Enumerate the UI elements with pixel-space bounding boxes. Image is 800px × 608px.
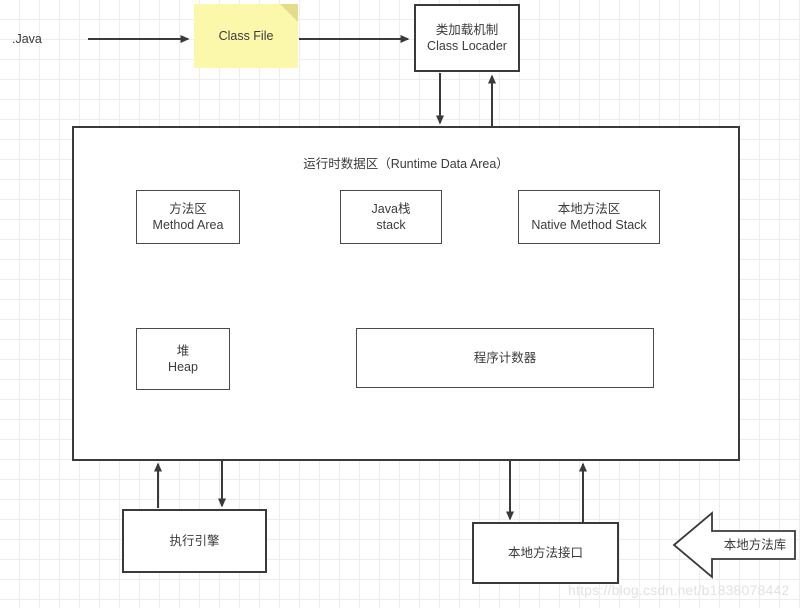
heap-label-cn: 堆 xyxy=(176,343,190,358)
method-area-label-en: Method Area xyxy=(152,218,224,232)
java-source-label: .Java xyxy=(12,30,82,48)
native-method-stack-label-cn: 本地方法区 xyxy=(557,201,621,216)
class-file-note[interactable]: Class File xyxy=(194,4,298,68)
native-method-stack-label-en: Native Method Stack xyxy=(531,218,647,232)
java-stack-box[interactable]: Java栈 stack xyxy=(340,190,442,244)
native-interface-box[interactable]: 本地方法接口 xyxy=(472,522,619,584)
native-method-stack-box[interactable]: 本地方法区 Native Method Stack xyxy=(518,190,660,244)
heap-box[interactable]: 堆 Heap xyxy=(136,328,230,390)
runtime-data-area-container[interactable]: 运行时数据区（Runtime Data Area） xyxy=(72,126,740,461)
method-area-box[interactable]: 方法区 Method Area xyxy=(136,190,240,244)
class-loader-box[interactable]: 类加载机制 Class Locader xyxy=(414,4,520,72)
page-fold-icon xyxy=(280,4,298,22)
watermark-text: https://blog.csdn.net/b1838078442 xyxy=(568,582,790,598)
native-library-arrow[interactable]: 本地方法库 xyxy=(672,511,798,579)
java-stack-label-cn: Java栈 xyxy=(371,201,411,216)
diagram-canvas: .Java Class File 类加载机制 Class Locader 运行时… xyxy=(0,0,800,608)
native-interface-label-cn: 本地方法接口 xyxy=(507,545,583,560)
execution-engine-box[interactable]: 执行引擎 xyxy=(122,509,267,573)
pc-register-label-cn: 程序计数器 xyxy=(473,350,537,365)
java-stack-label-en: stack xyxy=(376,218,406,232)
heap-label-en: Heap xyxy=(168,360,198,374)
class-loader-label-cn: 类加载机制 xyxy=(435,22,499,37)
method-area-label-cn: 方法区 xyxy=(169,201,207,216)
class-file-label: Class File xyxy=(218,28,274,43)
pc-register-box[interactable]: 程序计数器 xyxy=(356,328,654,388)
class-loader-label-en: Class Locader xyxy=(427,39,507,53)
runtime-data-area-title: 运行时数据区（Runtime Data Area） xyxy=(303,157,509,171)
native-library-label-cn: 本地方法库 xyxy=(723,537,787,552)
execution-engine-label-cn: 执行引擎 xyxy=(169,533,220,548)
java-source-text: .Java xyxy=(12,31,42,46)
